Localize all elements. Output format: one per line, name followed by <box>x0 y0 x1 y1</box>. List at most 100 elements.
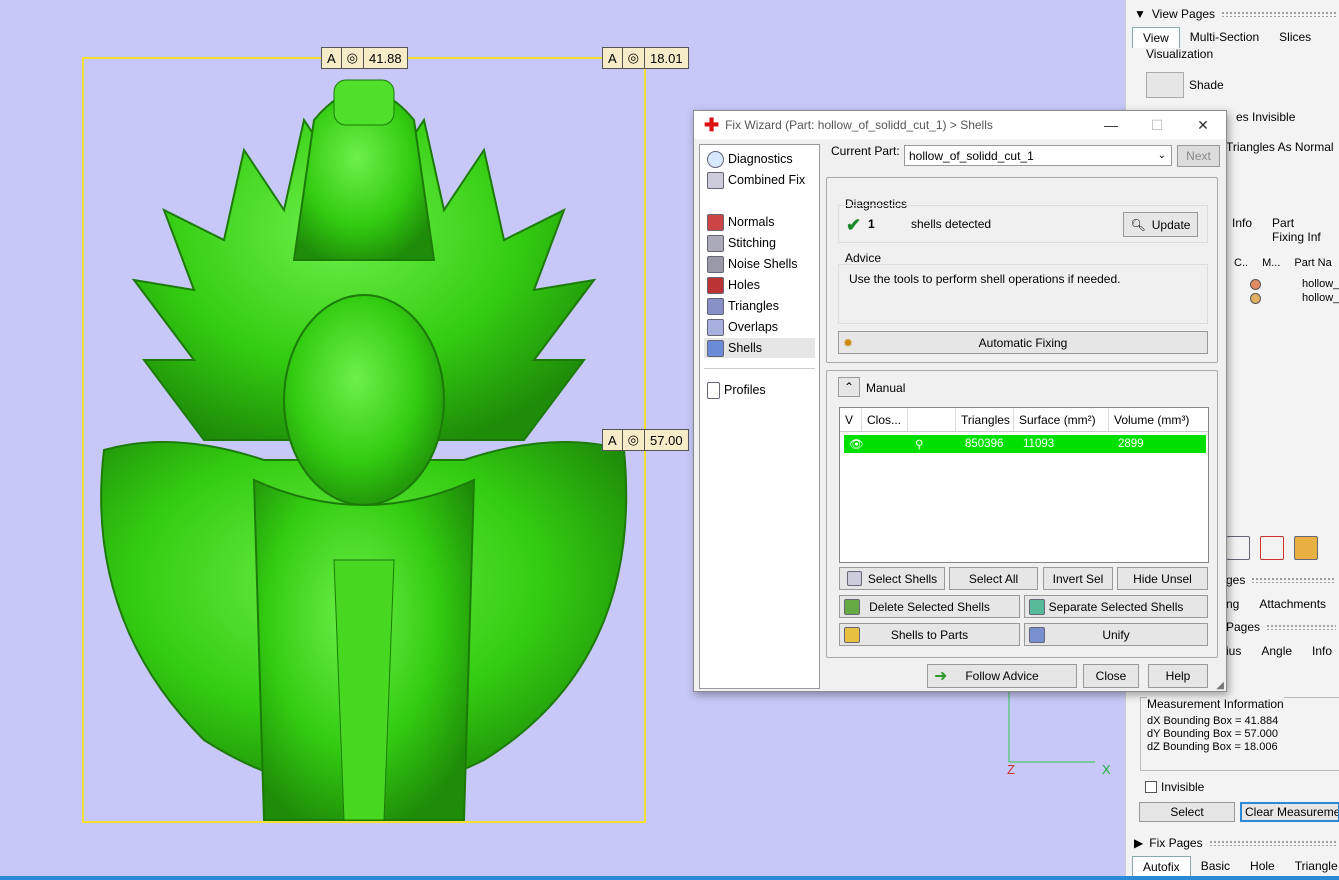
tab-hole[interactable]: Hole <box>1240 856 1285 876</box>
nav-shells[interactable]: Shells <box>704 338 815 358</box>
follow-advice-button[interactable]: ➜ Follow Advice <box>927 664 1077 688</box>
col-volume[interactable]: Volume (mm³) <box>1109 408 1204 431</box>
tab-triangle[interactable]: Triangle <box>1285 856 1339 876</box>
view-pages-header[interactable]: ▼ View Pages <box>1126 3 1339 25</box>
dim-symbol-icon: ◎ <box>623 48 646 68</box>
dimension-label-x: A ◎ 41.88 <box>321 47 408 69</box>
next-button[interactable]: Next <box>1177 145 1220 167</box>
green-3d-model[interactable] <box>84 60 648 822</box>
nav-overlaps[interactable]: Overlaps <box>704 317 815 337</box>
resize-grip-icon[interactable]: ◢ <box>1216 680 1224 691</box>
tab-slices[interactable]: Slices <box>1269 27 1321 48</box>
dim-axis: A <box>603 48 623 68</box>
close-icon[interactable]: ✕ <box>1180 117 1226 134</box>
invisible-checkbox[interactable] <box>1145 781 1157 793</box>
separate-selected-shells-button[interactable]: Separate Selected Shells <box>1024 595 1208 618</box>
table-row[interactable]: 👁︎ ⚲ 850396 11093 2899 <box>844 435 1206 453</box>
measurement-title: Measurement Information <box>1147 697 1284 711</box>
tab-multi-section[interactable]: Multi-Section <box>1180 27 1269 48</box>
select-all-button[interactable]: Select All <box>949 567 1038 590</box>
pages2-header[interactable]: ges <box>1226 569 1339 591</box>
minimize-icon[interactable]: — <box>1088 117 1134 134</box>
current-part-select[interactable]: hollow_of_solidd_cut_1 ⌄ <box>904 145 1172 166</box>
maximize-icon[interactable]: ☐ <box>1134 117 1180 134</box>
label: Delete Selected Shells <box>869 599 990 614</box>
tab-info[interactable]: Info <box>1302 641 1339 661</box>
shade-dropdown[interactable] <box>1146 72 1184 98</box>
fix-pages-header[interactable]: ▶ Fix Pages <box>1126 832 1339 854</box>
part-list-row[interactable]: hollow_ <box>1302 292 1339 304</box>
color-dot-icon <box>1250 279 1261 290</box>
nav-profiles[interactable]: Profiles <box>704 380 815 400</box>
update-button[interactable]: 🔍︎ Update <box>1123 212 1198 237</box>
shells-table: V Clos... Triangles Surface (mm²) Volume… <box>839 407 1209 563</box>
select-shells-button[interactable]: Select Shells <box>839 567 945 590</box>
check-icon: ✔ <box>846 215 862 235</box>
nav-stitching[interactable]: Stitching <box>704 233 815 253</box>
col-m: M... <box>1262 257 1281 269</box>
automatic-fixing-button[interactable]: ✹ Automatic Fixing <box>838 331 1208 354</box>
collapse-manual-button[interactable]: ⌃ <box>838 377 860 397</box>
chevron-up-icon: ⌃ <box>843 380 855 394</box>
tab-attachments[interactable]: Attachments <box>1249 594 1336 614</box>
magnifier-icon[interactable]: ⚲ <box>910 435 960 453</box>
delete-part-icon[interactable] <box>1260 536 1284 560</box>
select-button[interactable]: Select <box>1139 802 1235 822</box>
eye-icon[interactable]: 👁︎ <box>844 435 910 453</box>
chevron-down-icon: ⌄ <box>1157 150 1166 161</box>
shells-icon <box>707 339 724 357</box>
shells-to-parts-button[interactable]: Shells to Parts <box>839 623 1020 646</box>
help-button[interactable]: Help <box>1148 664 1208 688</box>
nav-label: Combined Fix <box>728 173 806 187</box>
nav-holes[interactable]: Holes <box>704 275 815 295</box>
dimension-label-y: A ◎ 57.00 <box>602 429 689 451</box>
col-tool[interactable] <box>908 408 956 431</box>
tab-angle[interactable]: Angle <box>1251 641 1302 661</box>
invisible-option[interactable]: es Invisible <box>1236 110 1295 124</box>
holes-icon <box>707 276 724 294</box>
merge-parts-icon[interactable] <box>1294 536 1318 560</box>
pages2-tabs: ng Attachments <box>1226 594 1336 614</box>
measurement-info-box: Measurement Information dX Bounding Box … <box>1140 697 1339 771</box>
tab-info[interactable]: Info <box>1222 213 1262 247</box>
update-label: Update <box>1151 217 1191 232</box>
col-closed[interactable]: Clos... <box>862 408 908 431</box>
measure-pages-header[interactable]: Pages <box>1226 616 1339 638</box>
dialog-titlebar[interactable]: ✚ Fix Wizard (Part: hollow_of_solidd_cut… <box>694 111 1226 139</box>
triangles-normal-option[interactable]: Triangles As Normal <box>1226 140 1334 154</box>
cell-triangles: 850396 <box>965 438 1004 450</box>
dim-axis: A <box>322 48 342 68</box>
parts-icon[interactable] <box>1226 536 1250 560</box>
magnifier-icon: 🔍︎ <box>1130 217 1146 232</box>
stitching-icon <box>707 234 724 252</box>
nav-combined-fix[interactable]: Combined Fix <box>704 170 815 190</box>
nav-label: Diagnostics <box>728 152 793 166</box>
tab-basic[interactable]: Basic <box>1191 856 1240 876</box>
tab-part-fixing-info[interactable]: Part Fixing Inf <box>1262 213 1339 247</box>
tab-view[interactable]: View <box>1132 27 1180 48</box>
visualization-label: Visualization <box>1146 47 1214 61</box>
nav-normals[interactable]: Normals <box>704 212 815 232</box>
col-triangles[interactable]: Triangles <box>956 408 1014 431</box>
delete-selected-shells-button[interactable]: Delete Selected Shells <box>839 595 1020 618</box>
advice-box: Use the tools to perform shell operation… <box>838 264 1208 324</box>
tab-ng[interactable]: ng <box>1226 594 1249 614</box>
part-list-row[interactable]: hollow_ <box>1302 278 1339 290</box>
invert-sel-button[interactable]: Invert Sel <box>1043 567 1113 590</box>
invisible-checkbox-row[interactable]: Invisible <box>1145 780 1204 794</box>
tab-radius[interactable]: ius <box>1226 641 1251 661</box>
clear-measurements-button[interactable]: Clear Measurements <box>1240 802 1339 822</box>
profiles-icon <box>707 381 720 399</box>
col-visible[interactable]: V <box>840 408 862 431</box>
unify-button[interactable]: Unify <box>1024 623 1208 646</box>
unify-icon <box>1029 626 1045 643</box>
nav-divider <box>704 368 815 369</box>
tab-autofix[interactable]: Autofix <box>1132 856 1191 876</box>
nav-diagnostics[interactable]: Diagnostics <box>704 149 815 169</box>
nav-triangles[interactable]: Triangles <box>704 296 815 316</box>
nav-noise-shells[interactable]: Noise Shells <box>704 254 815 274</box>
x-axis-label: X <box>1102 762 1111 777</box>
hide-unsel-button[interactable]: Hide Unsel <box>1117 567 1208 590</box>
close-button[interactable]: Close <box>1083 664 1139 688</box>
col-surface[interactable]: Surface (mm²) <box>1014 408 1109 431</box>
